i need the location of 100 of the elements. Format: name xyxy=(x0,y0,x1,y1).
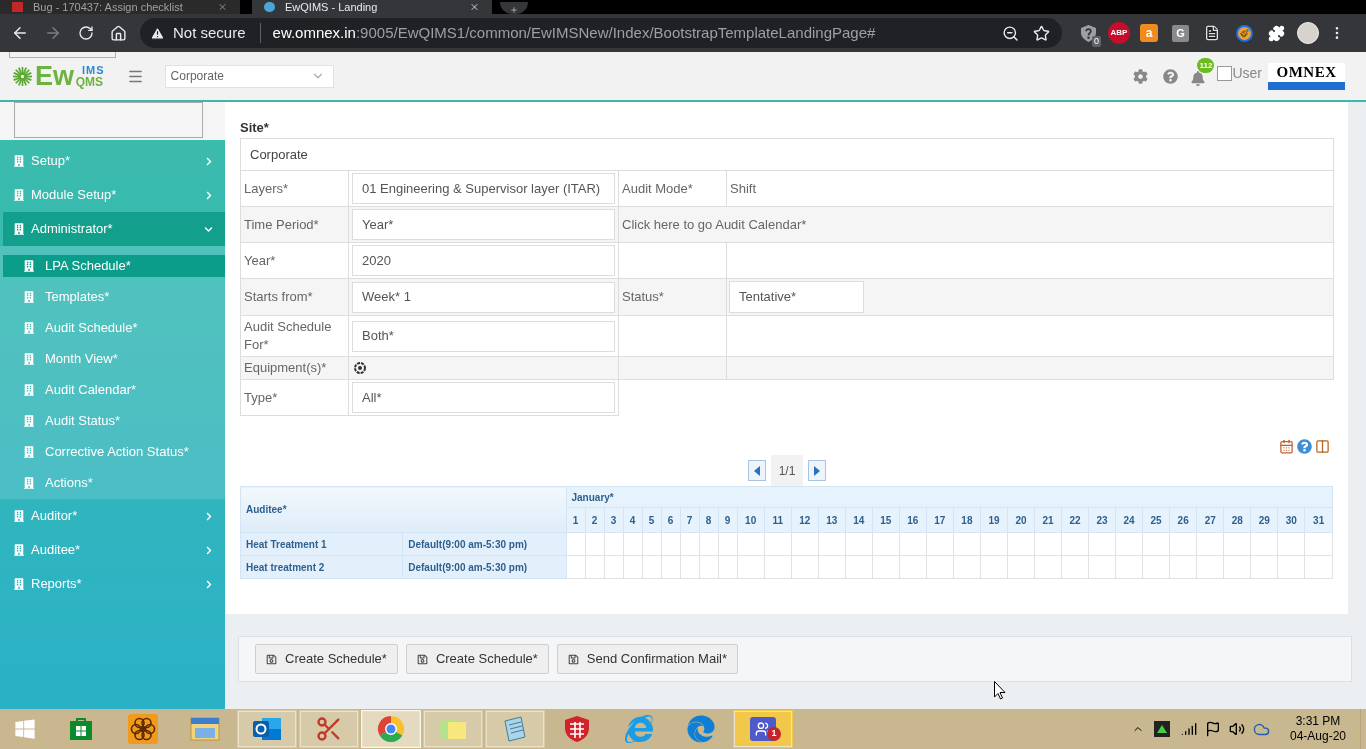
field-label: Layers* xyxy=(241,171,349,206)
field-label: Equipment(s)* xyxy=(241,357,349,379)
page-indicator: 1/1 xyxy=(771,455,803,486)
building-icon xyxy=(24,259,34,272)
mail-app-icon xyxy=(252,716,282,742)
logo-superscript: IMS xyxy=(82,65,105,76)
document-icon xyxy=(1204,24,1220,42)
logo-text: Ew xyxy=(35,62,74,90)
windows-logo-icon xyxy=(14,718,36,740)
bookmark-star-icon xyxy=(1033,24,1050,42)
select-field[interactable]: 2020 xyxy=(352,245,615,276)
site-label: Site* xyxy=(240,120,269,136)
e-logo-icon xyxy=(625,715,653,743)
help-icon xyxy=(1162,68,1178,84)
taskbar-app-button[interactable] xyxy=(733,710,793,748)
field-label: Year* xyxy=(241,243,349,278)
menu-item[interactable]: Administrator* xyxy=(3,212,225,246)
settings-icon xyxy=(1132,68,1148,84)
logo-subscript: QMS xyxy=(75,76,103,88)
favicon-icon xyxy=(12,2,23,12)
chevron-right-icon xyxy=(205,511,213,521)
chevron-right-icon xyxy=(205,156,213,166)
chevron-right-icon xyxy=(205,190,213,200)
clock-date: 04-Aug-20 xyxy=(1289,729,1346,744)
chat-app-icon xyxy=(750,717,776,741)
select-field[interactable]: All* xyxy=(352,382,615,413)
taskbar-app-button[interactable] xyxy=(237,710,297,748)
submenu-item[interactable]: LPA Schedule* xyxy=(3,254,225,277)
browser-tab[interactable]: EwQIMS - Landing xyxy=(252,0,492,14)
field-label: Audit Mode* xyxy=(619,171,727,206)
wave-logo-icon xyxy=(687,715,715,743)
profile-button[interactable] xyxy=(1297,22,1319,44)
field-value: Shift xyxy=(727,171,1334,206)
calendar-icon xyxy=(1279,439,1294,454)
building-icon xyxy=(24,321,34,334)
building-icon xyxy=(24,445,34,458)
network-signal-icon xyxy=(1181,721,1197,737)
flag-icon xyxy=(1205,721,1221,737)
columns-icon xyxy=(1315,439,1330,454)
close-icon xyxy=(217,2,228,12)
new-tab-button[interactable] xyxy=(500,2,528,14)
field-label: Audit Schedule For* xyxy=(241,316,349,356)
field-label: Time Period* xyxy=(241,207,349,242)
taskbar-app-button[interactable] xyxy=(361,710,421,748)
home-icon xyxy=(109,24,127,42)
clock-time: 3:31 PM xyxy=(1295,714,1341,729)
extension-badge: 0 xyxy=(1092,36,1101,47)
site-select[interactable]: Corporate xyxy=(164,64,334,88)
notification-badge: 112 xyxy=(1197,58,1215,73)
building-icon xyxy=(14,223,24,235)
next-page-button[interactable] xyxy=(808,460,826,481)
chevron-right-icon xyxy=(205,545,213,555)
brush-icon xyxy=(1235,24,1253,42)
select-field[interactable]: 01 Engineering & Supervisor layer (ITAR) xyxy=(352,173,615,204)
building-icon xyxy=(24,290,34,303)
taskbar-app-button[interactable] xyxy=(485,710,545,748)
chevron-down-icon xyxy=(204,224,213,234)
field-label: Type* xyxy=(241,380,349,415)
target-icon xyxy=(354,362,366,374)
action-button[interactable]: Send Confirmation Mail* xyxy=(556,644,738,674)
site-value: Corporate xyxy=(240,138,1334,171)
browser-icon xyxy=(377,715,405,743)
plus-icon xyxy=(509,6,519,14)
shift-cell: Default(9:00 am-5:30 pm) xyxy=(402,555,566,579)
security-label: Not secure xyxy=(173,22,246,43)
sticky-notes-icon xyxy=(438,716,468,742)
extension-button[interactable]: G xyxy=(1172,24,1189,42)
select-field[interactable]: Week* 1 xyxy=(352,281,615,313)
browser-tab[interactable]: Bug - 170437: Assign checklist xyxy=(0,0,240,14)
select-field[interactable]: Year* xyxy=(352,209,615,240)
asterisk-logo-icon xyxy=(12,66,33,87)
speaker-icon xyxy=(1229,721,1245,737)
chevron-right-icon xyxy=(205,579,213,589)
help-button[interactable] xyxy=(1161,67,1180,85)
url-text: ew.omnex.in:9005/EwQIMS1/common/EwIMSNew/Index/BootstrapTemplateLandingPage# xyxy=(272,22,876,43)
taskbar-app-button[interactable] xyxy=(299,710,359,748)
building-icon xyxy=(24,414,34,427)
flower-icon xyxy=(128,714,158,744)
action-button[interactable]: Create Schedule* xyxy=(405,644,549,674)
building-icon xyxy=(24,352,34,365)
triangle-right-icon xyxy=(814,465,820,476)
triangle-tray-icon xyxy=(1154,721,1170,737)
adblock-extension-button[interactable]: ABP xyxy=(1108,22,1130,44)
status-field[interactable]: Tentative* xyxy=(729,281,864,313)
notepad-icon xyxy=(501,715,529,743)
user-checkbox[interactable] xyxy=(1217,65,1233,81)
month-header: January* xyxy=(566,486,1333,508)
building-icon xyxy=(14,578,24,590)
select-field[interactable]: Both* xyxy=(352,320,615,352)
building-icon xyxy=(14,189,24,201)
folder-icon xyxy=(190,716,220,742)
address-bar[interactable]: Not secure ew.omnex.in:9005/EwQIMS1/common/EwIMSNew/Index/BootstrapTemplateLandingPage# xyxy=(140,18,1062,48)
settings-button[interactable] xyxy=(1131,67,1150,85)
building-icon xyxy=(24,383,34,396)
clock-button[interactable]: 3:31 PM 04-Aug-20 xyxy=(1288,714,1348,744)
previous-page-button[interactable] xyxy=(748,460,766,481)
action-button[interactable]: Create Schedule* xyxy=(255,644,398,674)
building-icon xyxy=(14,544,24,556)
help-icon xyxy=(1297,439,1312,454)
calendar-link[interactable]: Click here to go Audit Calendar* xyxy=(622,214,807,235)
